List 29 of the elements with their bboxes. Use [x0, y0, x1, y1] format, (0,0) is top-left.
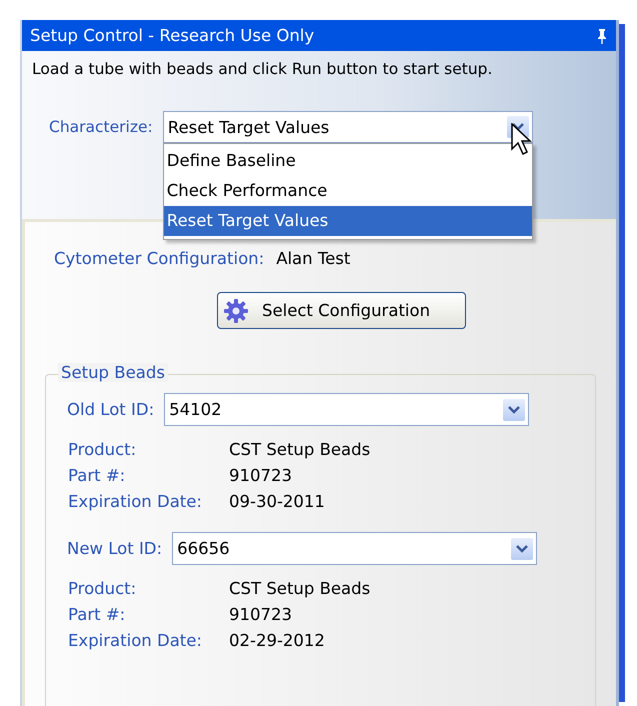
field-value: 02-29-2012 [229, 631, 326, 650]
characterize-dropdown[interactable]: Reset Target Values [162, 111, 533, 143]
field-value: Alan Test [276, 249, 350, 268]
field-value: 910723 [229, 605, 293, 624]
window-title: Setup Control - Research Use Only [30, 26, 314, 45]
pin-icon[interactable] [596, 28, 608, 44]
dropdown-option[interactable]: Check Performance [164, 176, 532, 206]
field-value: 910723 [229, 466, 293, 485]
field-value: CST Setup Beads [229, 440, 372, 459]
group-title: Setup Beads [58, 363, 168, 382]
field-label: Product: [68, 579, 138, 598]
dropdown-option[interactable]: Define Baseline [164, 146, 532, 176]
field-label: Cytometer Configuration: [54, 249, 264, 268]
field-label: Part #: [68, 605, 126, 624]
select-configuration-button[interactable]: Select Configuration [217, 292, 466, 329]
lot-dropdown[interactable]: 54102 [164, 393, 530, 426]
field-label: Product: [68, 440, 138, 459]
dropdown-option[interactable]: Reset Target Values [164, 206, 532, 236]
field-label: Part #: [68, 466, 126, 485]
field-label: New Lot ID: [67, 539, 162, 558]
field-value: 09-30-2011 [229, 492, 326, 511]
gear-icon [224, 298, 248, 322]
field-label: Expiration Date: [68, 492, 203, 511]
instruction-text: Load a tube with beads and click Run button to start setup. [32, 59, 494, 78]
field-label: Old Lot ID: [67, 400, 154, 419]
field-value: CST Setup Beads [229, 579, 372, 598]
lot-dropdown[interactable]: 66656 [172, 532, 538, 565]
field-label: Characterize: [49, 118, 153, 136]
field-label: Expiration Date: [68, 631, 203, 650]
